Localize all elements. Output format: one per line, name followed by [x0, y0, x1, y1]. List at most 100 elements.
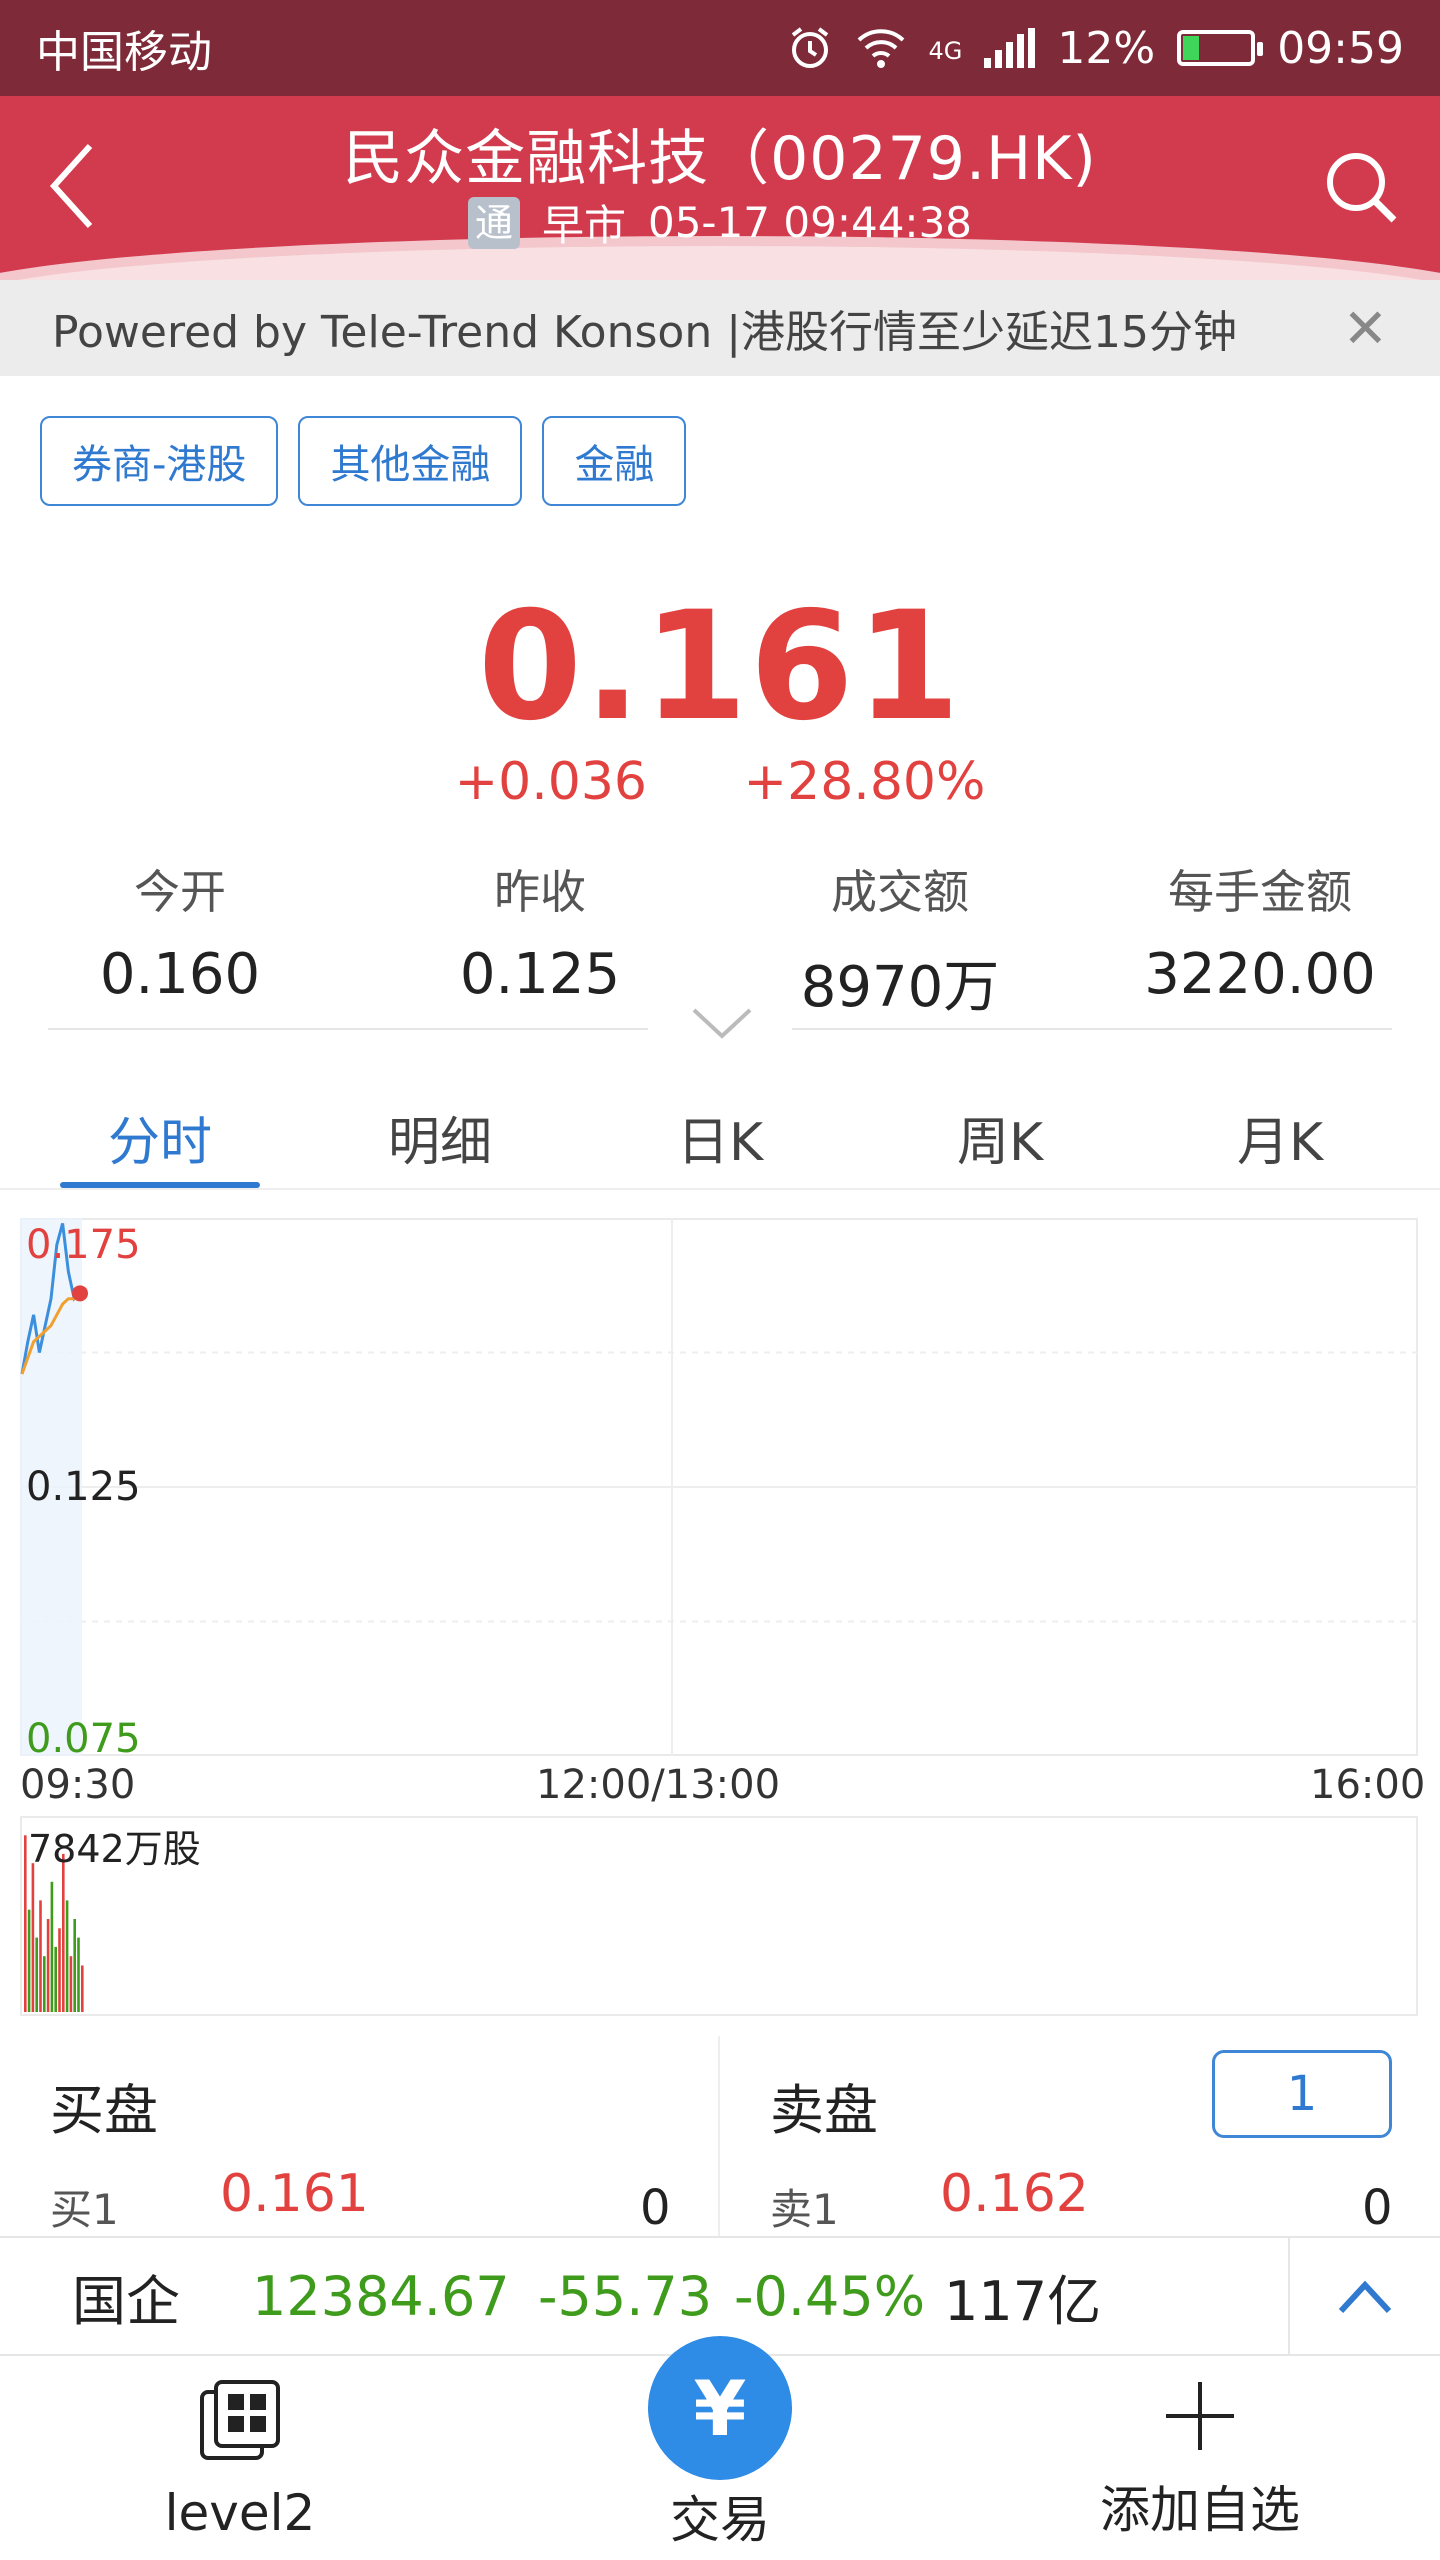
level-selector-button[interactable]: 1: [1212, 2050, 1392, 2138]
battery-icon: [1177, 30, 1264, 66]
session-line: 通 早市 05-17 09:44:38: [0, 192, 1440, 253]
x-label-close: 16:00: [1310, 1762, 1426, 1808]
volume-bar: [46, 1919, 50, 2012]
index-turnover: 117亿: [944, 2269, 1102, 2333]
grid-icon: [200, 2380, 280, 2460]
app-root: 中国移动 4G 12% 09:59 民众金融科技（00279.HK) 通 早市 …: [0, 0, 1440, 2560]
volume-bar: [39, 1900, 42, 2012]
ask-level: 卖1: [770, 2185, 839, 2234]
quote-datetime: 05-17 09:44:38: [647, 198, 973, 247]
nav-add-watchlist[interactable]: 添加自选: [1050, 2356, 1350, 2560]
battery-percent: 12%: [1057, 22, 1156, 74]
volume-bar: [43, 1956, 46, 2012]
index-change: -55.73: [538, 2264, 713, 2328]
stat-value: 0.160: [99, 942, 261, 1007]
volume-bar: [65, 1900, 69, 2012]
carrier-name: 中国移动: [36, 27, 212, 78]
ask-price: 0.162: [940, 2164, 1089, 2224]
stat-turnover: 成交额 8970万: [720, 856, 1080, 1023]
volume-bar: [35, 1937, 38, 2012]
nav-trade-label: 交易: [670, 2491, 770, 2549]
clock: 09:59: [1277, 22, 1404, 74]
y-label-low: 0.075: [26, 1716, 141, 1762]
signal-icon: [984, 28, 1036, 68]
session-label: 早市: [541, 201, 626, 250]
chart-tabs: 分时 明细 日K 周K 月K: [0, 1080, 1440, 1190]
stat-value: 3220.00: [1144, 942, 1376, 1007]
trade-button[interactable]: ¥: [648, 2336, 792, 2480]
tag-broker-hk[interactable]: 券商-港股: [40, 416, 279, 506]
index-name: 国企: [72, 2269, 180, 2333]
volume-bar: [54, 1946, 57, 2012]
index-change-percent: -0.45%: [734, 2264, 926, 2328]
stat-lot-amount: 每手金额 3220.00: [1080, 856, 1440, 1023]
close-icon[interactable]: ✕: [1343, 297, 1388, 360]
tab-intraday[interactable]: 分时: [20, 1080, 300, 1188]
ask-qty: 0: [1362, 2180, 1393, 2236]
industry-tags: 券商-港股 其他金融 金融: [40, 416, 687, 506]
wifi-icon: [857, 29, 904, 68]
index-value: 12384.67: [252, 2264, 510, 2328]
tab-daily-k[interactable]: 日K: [580, 1080, 860, 1188]
volume-bar: [69, 1956, 73, 2012]
tag-other-finance[interactable]: 其他金融: [298, 416, 523, 506]
tab-monthly-k[interactable]: 月K: [1140, 1080, 1420, 1188]
bid-price: 0.161: [220, 2164, 369, 2224]
nav-level2-label: level2: [164, 2484, 316, 2542]
volume-bar: [77, 1937, 80, 2012]
status-bar: 中国移动 4G 12% 09:59: [0, 0, 1440, 96]
volume-bar: [27, 1909, 31, 2012]
quote-stats: 今开 0.160 昨收 0.125 成交额 8970万 每手金额 3220.00: [0, 856, 1440, 1023]
tong-badge: 通: [467, 196, 520, 249]
volume-bar: [31, 1863, 35, 2012]
stat-label: 每手金额: [1168, 865, 1352, 919]
order-book: 买盘 卖盘 1 买1 0.161 0 卖1 0.162 0: [0, 2036, 1440, 2236]
last-price-dot: [72, 1285, 88, 1302]
volume-bar: [58, 1928, 61, 2012]
expand-up-button[interactable]: [1288, 2238, 1440, 2356]
stat-prev-close: 昨收 0.125: [360, 856, 720, 1023]
volume-bar: [50, 1881, 54, 2012]
last-price: 0.161: [477, 580, 963, 754]
volume-bar: [24, 1835, 27, 2012]
yuan-icon: ¥: [693, 2363, 747, 2453]
volume-bar: [81, 1965, 84, 2012]
search-icon[interactable]: [1320, 146, 1400, 226]
status-icons: 4G 12% 09:59: [787, 23, 1404, 74]
volume-bar: [62, 1853, 65, 2012]
network-type: 4G: [928, 36, 963, 65]
y-label-mid: 0.125: [26, 1464, 141, 1510]
tag-finance[interactable]: 金融: [542, 416, 687, 506]
intraday-chart[interactable]: [20, 1218, 1420, 1758]
stock-title: 民众金融科技（00279.HK): [343, 124, 1097, 194]
delay-notice: Powered by Tele-Trend Konson |港股行情至少延迟15…: [0, 280, 1440, 376]
tab-detail[interactable]: 明细: [300, 1080, 580, 1188]
bid-level: 买1: [50, 2185, 119, 2234]
stat-label: 昨收: [494, 865, 586, 919]
x-label-lunch: 12:00/13:00: [536, 1762, 781, 1808]
stock-header: 民众金融科技（00279.HK) 通 早市 05-17 09:44:38: [0, 96, 1440, 280]
stat-label: 成交额: [831, 865, 969, 919]
price-change-row: +0.036 +28.80%: [0, 752, 1440, 812]
alarm-icon: [791, 27, 828, 68]
plus-icon: [1166, 2382, 1234, 2450]
bid-qty: 0: [640, 2180, 671, 2236]
volume-bar: [73, 1919, 76, 2012]
chevron-up-icon: [1338, 2280, 1392, 2314]
nav-level2[interactable]: level2: [90, 2356, 390, 2560]
volume-label: 7842万股: [28, 1827, 201, 1871]
nav-add-watchlist-label: 添加自选: [1100, 2481, 1300, 2539]
stat-open: 今开 0.160: [0, 856, 360, 1023]
chevron-down-icon[interactable]: [690, 1004, 754, 1044]
notice-text: Powered by Tele-Trend Konson |港股行情至少延迟15…: [52, 307, 1238, 358]
y-label-high: 0.175: [26, 1222, 141, 1268]
stat-value: 8970万: [800, 955, 1000, 1020]
order-book-divider: [718, 2036, 720, 2236]
price-change-percent: +28.80%: [743, 752, 986, 812]
ask-title: 卖盘: [770, 2079, 878, 2142]
divider-left: [48, 1028, 648, 1030]
tab-weekly-k[interactable]: 周K: [860, 1080, 1140, 1188]
price-change: +0.036: [454, 752, 648, 812]
volume-chart: [24, 1835, 84, 2012]
bid-title: 买盘: [50, 2079, 158, 2142]
